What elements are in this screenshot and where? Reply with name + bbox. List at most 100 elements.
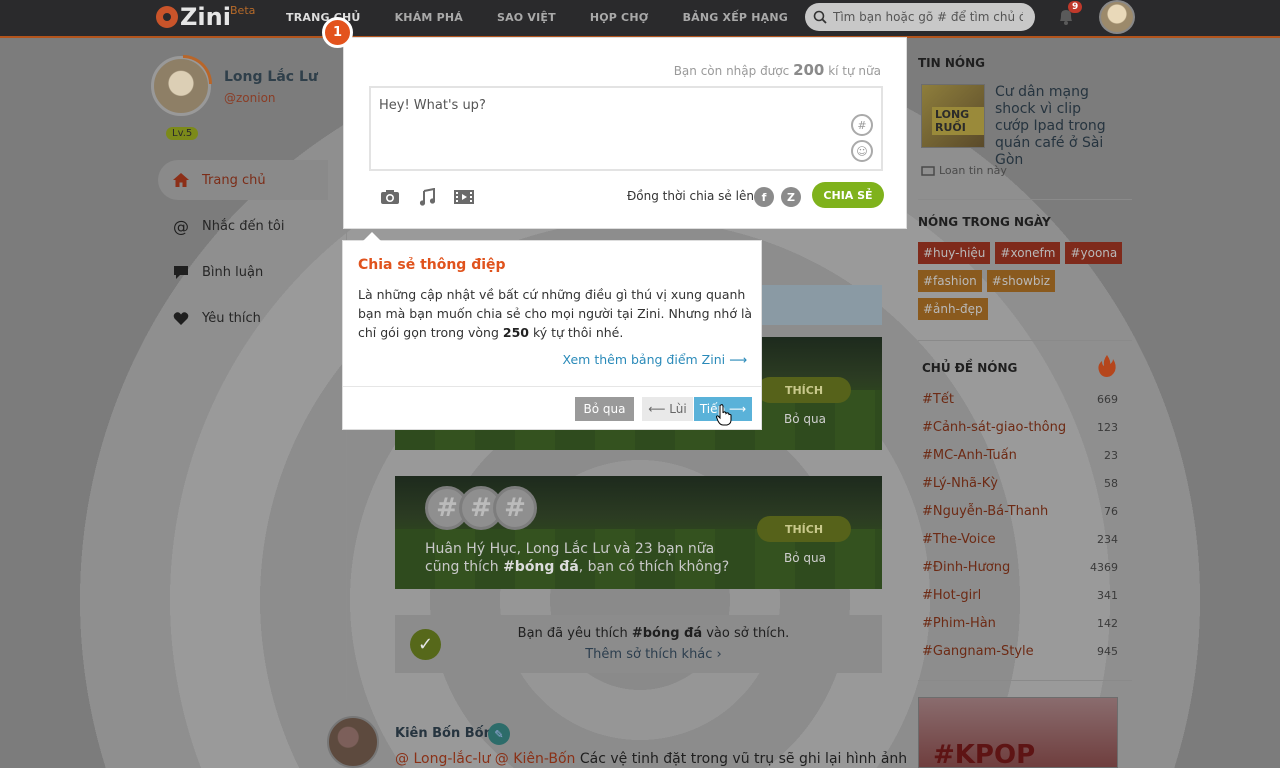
skip-link[interactable]: Bỏ qua: [784, 412, 826, 426]
like-button[interactable]: THÍCH: [757, 516, 851, 542]
comment-icon: [172, 263, 190, 281]
logo-text: Zini: [180, 3, 231, 31]
like-button[interactable]: THÍCH: [757, 377, 851, 403]
hot-tag[interactable]: #huy-hiệu: [918, 242, 991, 264]
search-box: [805, 3, 1035, 31]
card-text: Huân Hý Hục, Long Lắc Lư và 23 bạn nữa c…: [425, 541, 730, 575]
tooltip-body: Là những cập nhật về bất cứ những điều g…: [358, 287, 753, 340]
tour-back-button[interactable]: ⟵ Lùi: [642, 397, 693, 421]
share-news-link[interactable]: Loan tin này: [921, 164, 1007, 177]
topic-item[interactable]: #Nguyễn-Bá-Thanh 76: [922, 504, 1118, 532]
notification-count: 9: [1068, 1, 1083, 13]
at-icon: @: [173, 216, 189, 236]
post-author-avatar[interactable]: [327, 716, 379, 768]
share-also-label: Đồng thời chia sẻ lên:: [627, 189, 758, 203]
status-input[interactable]: [371, 88, 841, 166]
post-author-name[interactable]: Kiên Bốn Bốn: [395, 726, 493, 741]
topic-item[interactable]: #Gangnam-Style 945: [922, 644, 1118, 672]
hot-news-thumbnail[interactable]: LONG RUỒI: [921, 84, 985, 148]
main-nav: TRANG CHỦ KHÁM PHÁ SAO VIỆT HỌP CHỢ BẢNG…: [286, 11, 822, 24]
post-text: @ Long-lắc-lư @ Kiên-Bốn Các vệ tinh đặt…: [395, 751, 908, 767]
topic-item[interactable]: #Lý-Nhã-Kỳ 58: [922, 476, 1118, 504]
hashtag-icon: #: [493, 486, 537, 530]
profile-handle[interactable]: @zonion: [224, 91, 276, 105]
nav-ranking[interactable]: BẢNG XẾP HẠNG: [683, 11, 788, 24]
profile-avatar[interactable]: [151, 55, 212, 116]
status-composer: Bạn còn nhập được 200 kí tự nữa # ☺ Đồng…: [343, 37, 907, 229]
zing-icon[interactable]: Z: [781, 187, 801, 207]
home-icon: [172, 171, 190, 189]
hot-news-headline[interactable]: Cư dân mạng shock vì clip cướp Ipad tron…: [995, 84, 1115, 169]
hot-tag[interactable]: #xonefm: [995, 242, 1061, 264]
beta-label: Beta: [230, 4, 256, 17]
hot-topics-list: #Tết 669 #Cảnh-sát-giao-thông 123 #MC-Anh-…: [922, 392, 1118, 672]
fire-icon: [1098, 355, 1116, 377]
emoji-icon[interactable]: ☺: [851, 140, 873, 162]
tour-tooltip: Chia sẻ thông điệp Là những cập nhật về …: [342, 232, 762, 430]
topic-item[interactable]: #Hot-girl 341: [922, 588, 1118, 616]
side-menu: Trang chủ @ Nhắc đến tôi Bình luận Yêu t…: [158, 160, 328, 344]
media-toolbar: [379, 187, 475, 207]
char-counter: Bạn còn nhập được 200 kí tự nữa: [673, 61, 881, 79]
topic-item[interactable]: #MC-Anh-Tuấn 23: [922, 448, 1118, 476]
divider: [918, 680, 1132, 681]
nav-market[interactable]: HỌP CHỢ: [590, 11, 649, 24]
top-navigation-bar: Zini Beta TRANG CHỦ KHÁM PHÁ SAO VIỆT HỌ…: [0, 0, 1280, 38]
liked-confirmation: ✓ Bạn đã yêu thích #bóng đá vào sở thích…: [395, 615, 882, 673]
today-hot-title: NÓNG TRONG NGÀY: [918, 215, 1051, 229]
topic-item[interactable]: #Tết 669: [922, 392, 1118, 420]
facebook-icon[interactable]: f: [754, 187, 774, 207]
nav-stars[interactable]: SAO VIỆT: [497, 11, 556, 24]
zini-logo[interactable]: Zini Beta: [156, 3, 255, 31]
side-item-favorites[interactable]: Yêu thích: [158, 298, 328, 338]
side-item-label: Bình luận: [202, 264, 264, 280]
tooltip-divider: [343, 386, 761, 387]
friend-avatars: # # #: [425, 486, 537, 530]
camera-icon[interactable]: [379, 187, 401, 207]
topic-item[interactable]: #Phim-Hàn 142: [922, 616, 1118, 644]
video-icon[interactable]: [453, 187, 475, 207]
hot-tags: #huy-hiệu #xonefm #yoona #fashion #showb…: [918, 242, 1128, 320]
profile-name[interactable]: Long Lắc Lư: [224, 69, 318, 85]
tooltip-title: Chia sẻ thông điệp: [358, 257, 506, 273]
music-icon[interactable]: [416, 187, 438, 207]
zini-score-link[interactable]: Xem thêm bảng điểm Zini ⟶: [562, 352, 747, 367]
pencil-icon: ✎: [488, 723, 510, 745]
share-button[interactable]: CHIA SẺ: [812, 182, 884, 208]
tour-step-badge: 1: [322, 17, 353, 48]
hand-cursor-icon: [716, 404, 732, 426]
kpop-banner[interactable]: #KPOP: [918, 697, 1118, 768]
hot-tag[interactable]: #yoona: [1065, 242, 1123, 264]
zini-logo-icon: [156, 6, 178, 28]
status-input-wrapper: # ☺: [369, 86, 883, 171]
repost-icon: [921, 166, 935, 176]
liked-text: Bạn đã yêu thích #bóng đá vào sở thích.: [517, 626, 790, 641]
user-avatar[interactable]: [1099, 0, 1135, 34]
add-interest-link[interactable]: Thêm sở thích khác ›: [395, 647, 882, 662]
interest-card: # # # Huân Hý Hục, Long Lắc Lư và 23 bạn…: [395, 476, 882, 589]
hot-news-title: TIN NÓNG: [918, 56, 986, 70]
hashtag-insert-icon[interactable]: #: [851, 114, 873, 136]
side-item-home[interactable]: Trang chủ: [158, 160, 328, 200]
topic-item[interactable]: #The-Voice 234: [922, 532, 1118, 560]
search-icon: [813, 10, 827, 24]
divider: [918, 340, 1132, 341]
divider: [918, 199, 1132, 200]
nav-explore[interactable]: KHÁM PHÁ: [395, 11, 463, 24]
topic-item[interactable]: #Cảnh-sát-giao-thông 123: [922, 420, 1118, 448]
heart-icon: [172, 309, 190, 327]
hot-tag[interactable]: #fashion: [918, 270, 982, 292]
hot-topics-title: CHỦ ĐỀ NÓNG: [922, 361, 1018, 375]
hot-tag[interactable]: #showbiz: [986, 270, 1056, 292]
side-item-mentions[interactable]: @ Nhắc đến tôi: [158, 206, 328, 246]
hot-tag[interactable]: #ảnh-đẹp: [918, 298, 988, 320]
notification-button[interactable]: 9: [1056, 1, 1083, 29]
side-item-label: Trang chủ: [202, 172, 266, 188]
skip-link[interactable]: Bỏ qua: [784, 551, 826, 565]
side-item-label: Yêu thích: [202, 310, 261, 326]
post-mentions[interactable]: @ Long-lắc-lư @ Kiên-Bốn: [395, 751, 575, 767]
topic-item[interactable]: #Đinh-Hương 4369: [922, 560, 1118, 588]
side-item-comments[interactable]: Bình luận: [158, 252, 328, 292]
tour-skip-button[interactable]: Bỏ qua: [575, 397, 634, 421]
search-input[interactable]: [833, 10, 1023, 24]
